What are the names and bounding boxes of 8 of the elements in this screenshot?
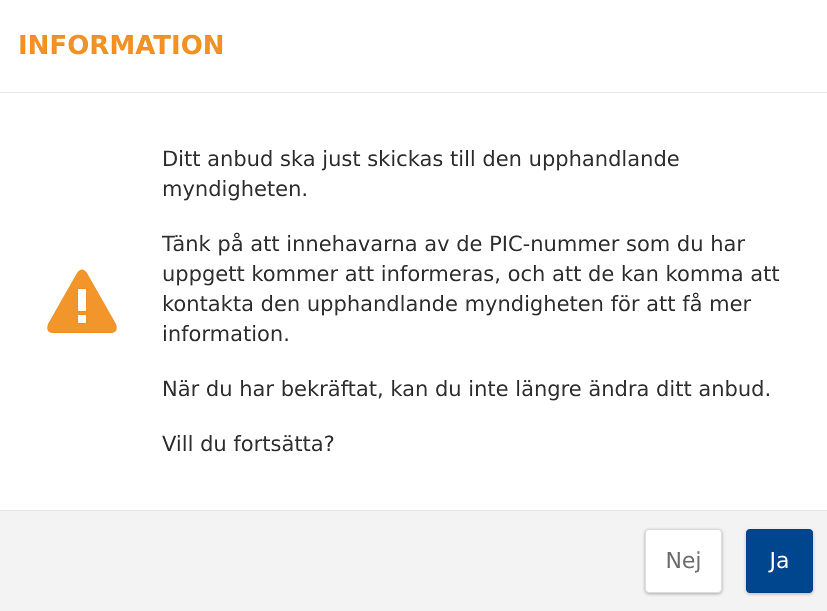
message-text: När du har bekräftat, kan du inte längre ändra ditt anbud. bbox=[162, 376, 772, 403]
dialog-title: INFORMATION bbox=[18, 31, 225, 61]
message-text: Tänk på att innehavarna av de PIC-nummer som du har uppgett kommer att informeras, och att de kan komma att kontakta den upphandlande myndigheten för att få mer information. bbox=[162, 231, 781, 348]
message-text: Vill du fortsätta? bbox=[162, 431, 336, 458]
warning-icon bbox=[46, 269, 118, 334]
confirm-button[interactable]: Ja bbox=[746, 529, 813, 593]
cancel-button[interactable]: Nej bbox=[645, 529, 722, 593]
message-text: Ditt anbud ska just skickas till den upphandlande myndigheten. bbox=[162, 146, 681, 203]
